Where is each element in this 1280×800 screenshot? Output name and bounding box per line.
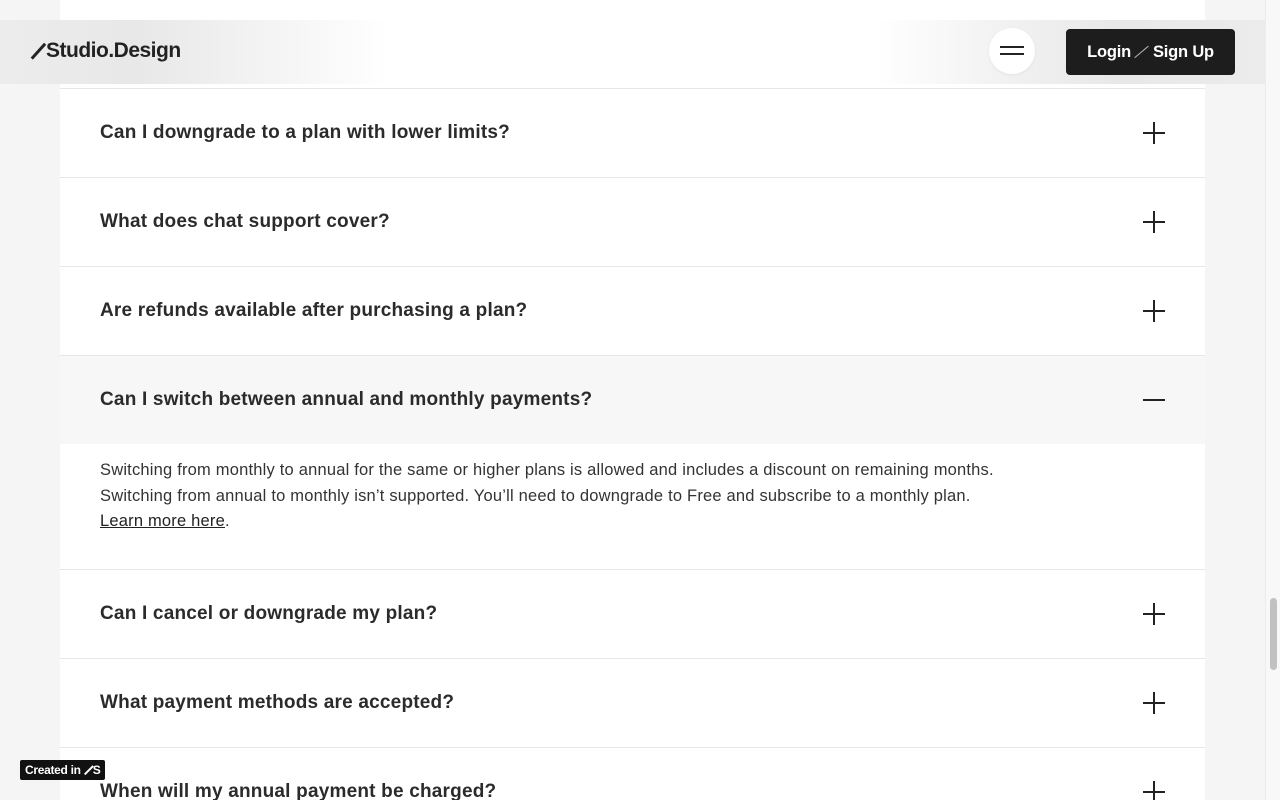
plus-icon[interactable] (1143, 780, 1165, 800)
badge-label: Created in (25, 763, 81, 777)
page: Can I downgrade to a plan with lower lim… (0, 0, 1280, 800)
logo-text: Studio.Design (46, 39, 181, 62)
faq-question: What does chat support cover? (100, 211, 390, 232)
faq-question: What payment methods are accepted? (100, 691, 455, 713)
login-label: Login (1087, 42, 1131, 61)
answer-suffix: . (225, 512, 230, 530)
faq-answer-link-line: Learn more here. (100, 509, 1165, 535)
faq-item-expanded: Can I switch between annual and monthly … (60, 356, 1205, 570)
badge-suffix: S (92, 763, 101, 777)
faq-answer-line: Switching from annual to monthly isn’t s… (100, 486, 971, 505)
faq-question: Can I cancel or downgrade my plan? (100, 602, 438, 624)
hamburger-icon-line (1000, 53, 1024, 55)
header-left-fade: Studio.Design (0, 20, 390, 84)
plus-icon[interactable] (1143, 602, 1165, 625)
menu-button[interactable] (989, 28, 1035, 74)
faq-item: Can I downgrade to a plan with lower lim… (60, 89, 1205, 178)
faq-question-row[interactable]: When will my annual payment be charged? (60, 748, 1205, 800)
faq-question: Can I downgrade to a plan with lower lim… (100, 122, 510, 143)
minus-icon[interactable] (1143, 389, 1165, 411)
faq-question-row[interactable]: Can I downgrade to a plan with lower lim… (60, 89, 1205, 177)
faq-item: When will my annual payment be charged? (60, 748, 1205, 800)
faq-list: Can I downgrade to a plan with lower lim… (60, 0, 1205, 800)
faq-item: Are refunds available after purchasing a… (60, 267, 1205, 356)
faq-item: What does chat support cover? (60, 178, 1205, 267)
faq-answer-line: Switching from monthly to annual for the… (100, 461, 994, 479)
faq-question: When will my annual payment be charged? (100, 780, 497, 800)
plus-icon[interactable] (1143, 300, 1165, 322)
login-signup-button[interactable]: Login Sign Up (1066, 29, 1235, 75)
faq-item: What payment methods are accepted? (60, 659, 1205, 748)
signup-label: Sign Up (1152, 42, 1214, 61)
plus-icon[interactable] (1143, 211, 1165, 233)
faq-question-row[interactable]: Can I switch between annual and monthly … (60, 356, 1205, 444)
faq-question-row[interactable]: What payment methods are accepted? (60, 659, 1205, 747)
scrollbar-thumb[interactable] (1270, 598, 1277, 670)
faq-answer: Switching from monthly to annual for the… (60, 444, 1205, 569)
faq-question-row[interactable]: Can I cancel or downgrade my plan? (60, 570, 1205, 658)
slash-icon (84, 765, 93, 776)
plus-icon[interactable] (1143, 122, 1165, 144)
slash-logo-icon (30, 42, 46, 60)
plus-icon[interactable] (1143, 691, 1165, 714)
scrollbar[interactable] (1265, 0, 1280, 800)
faq-question-row[interactable]: Are refunds available after purchasing a… (60, 267, 1205, 355)
faq-question-row[interactable]: What does chat support cover? (60, 178, 1205, 266)
slash-separator-icon (1133, 44, 1151, 60)
faq-question: Can I switch between annual and monthly … (100, 389, 593, 410)
created-in-badge[interactable]: Created in S (20, 760, 106, 780)
faq-item: Can I cancel or downgrade my plan? (60, 570, 1205, 659)
logo[interactable]: Studio.Design (30, 39, 181, 63)
faq-question: Are refunds available after purchasing a… (100, 300, 528, 321)
hamburger-icon (1000, 46, 1024, 48)
learn-more-link[interactable]: Learn more here (100, 512, 225, 530)
